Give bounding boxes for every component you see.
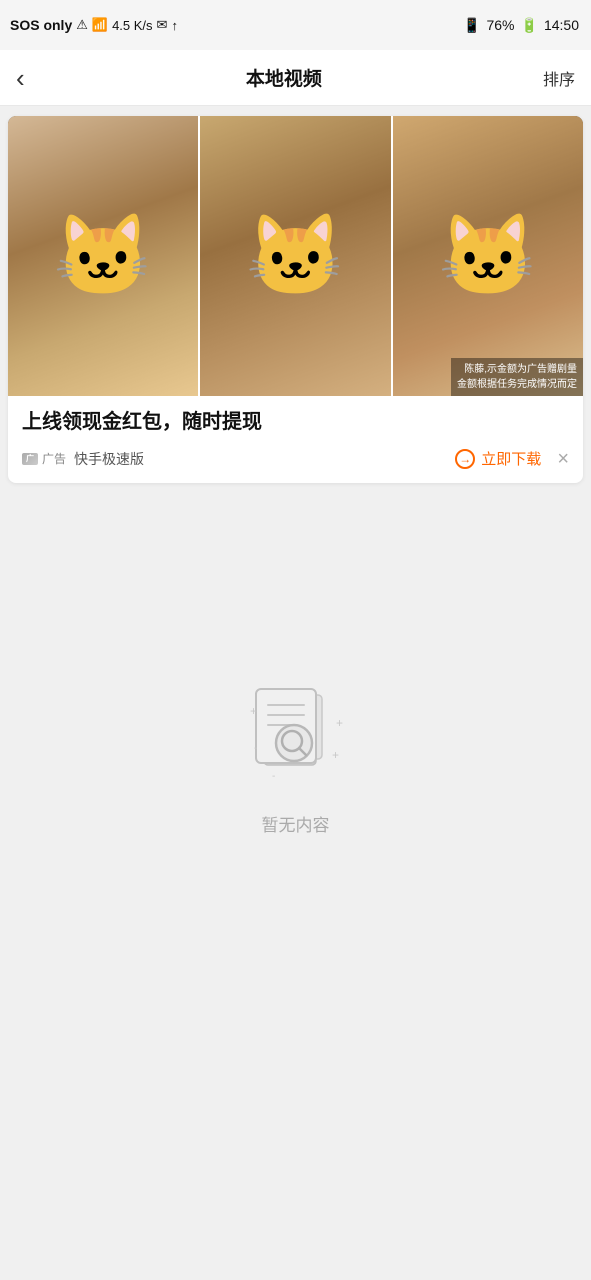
ad-badge-icon: 广 — [22, 453, 38, 465]
video-frame-2 — [198, 116, 390, 396]
time-label: 14:50 — [544, 17, 579, 33]
cat-image-1 — [8, 116, 198, 396]
video-frames — [8, 116, 583, 396]
video-bottom-overlay: 陈藤,示金额为广告赠剧量 金额根据任务完成情况而定 — [451, 358, 583, 396]
ad-download-button[interactable]: → 立即下载 — [455, 448, 541, 469]
ad-label: 广告 — [42, 450, 66, 467]
download-circle-icon: → — [455, 449, 475, 469]
video-thumbnail-strip[interactable]: 应用名称：快手极速版 应用版本：11.8.30.6512 开发者：北京快手科技有… — [8, 116, 583, 396]
download-label: 立即下载 — [481, 448, 541, 469]
sort-button[interactable]: 排序 — [535, 62, 575, 94]
svg-text:+: + — [332, 748, 339, 762]
ad-card: 应用名称：快手极速版 应用版本：11.8.30.6512 开发者：北京快手科技有… — [8, 116, 583, 483]
overlay-line2: 金额根据任务完成情况而定 — [457, 377, 577, 392]
ad-actions: → 立即下载 × — [455, 448, 569, 469]
ad-body: 上线领现金红包，随时提现 广 广告 快手极速版 → 立即下载 × — [8, 396, 583, 483]
back-button[interactable]: ‹ — [16, 61, 33, 95]
overlay-line1: 陈藤,示金额为广告赠剧量 — [457, 362, 577, 377]
page-title: 本地视频 — [33, 64, 535, 91]
status-right: 📱 76% 🔋 14:50 — [463, 17, 579, 34]
sos-label: SOS only — [10, 17, 72, 33]
empty-state-illustration: + + - + - — [236, 671, 356, 791]
sim-icon: 📱 — [463, 17, 480, 34]
content-area: 应用名称：快手极速版 应用版本：11.8.30.6512 开发者：北京快手科技有… — [0, 116, 591, 993]
video-frame-1 — [8, 116, 198, 396]
svg-text:-: - — [254, 743, 257, 754]
status-bar: SOS only ⚠ 📶 4.5 K/s ✉ ↑ 📱 76% 🔋 14:50 — [0, 0, 591, 50]
ad-title: 上线领现金红包，随时提现 — [22, 408, 569, 436]
ad-footer: 广 广告 快手极速版 → 立即下载 × — [22, 448, 569, 469]
svg-text:+: + — [336, 716, 343, 730]
nav-bar: ‹ 本地视频 排序 — [0, 50, 591, 106]
svg-text:-: - — [272, 771, 275, 782]
ad-badge: 广 广告 — [22, 450, 66, 467]
wifi-icon: 📶 — [92, 17, 108, 33]
battery-percent: 76% — [486, 17, 514, 33]
video-frame-3 — [391, 116, 583, 396]
network-speed: 4.5 K/s — [112, 18, 152, 33]
warning-icon: ⚠ — [76, 17, 88, 33]
svg-text:+: + — [250, 704, 257, 718]
msg-icon: ✉ — [157, 17, 168, 33]
ad-close-button[interactable]: × — [557, 449, 569, 469]
ad-source: 广 广告 快手极速版 — [22, 449, 144, 469]
cat-image-3 — [393, 116, 583, 396]
battery-icon: 🔋 — [521, 17, 538, 34]
empty-icon: + + - + - — [236, 671, 356, 791]
upload-icon: ↑ — [171, 18, 178, 33]
status-left: SOS only ⚠ 📶 4.5 K/s ✉ ↑ — [10, 17, 178, 33]
ad-source-name: 快手极速版 — [74, 449, 144, 469]
empty-text: 暂无内容 — [262, 811, 330, 836]
empty-state: + + - + - 暂无内容 — [0, 493, 591, 993]
cat-image-2 — [200, 116, 390, 396]
